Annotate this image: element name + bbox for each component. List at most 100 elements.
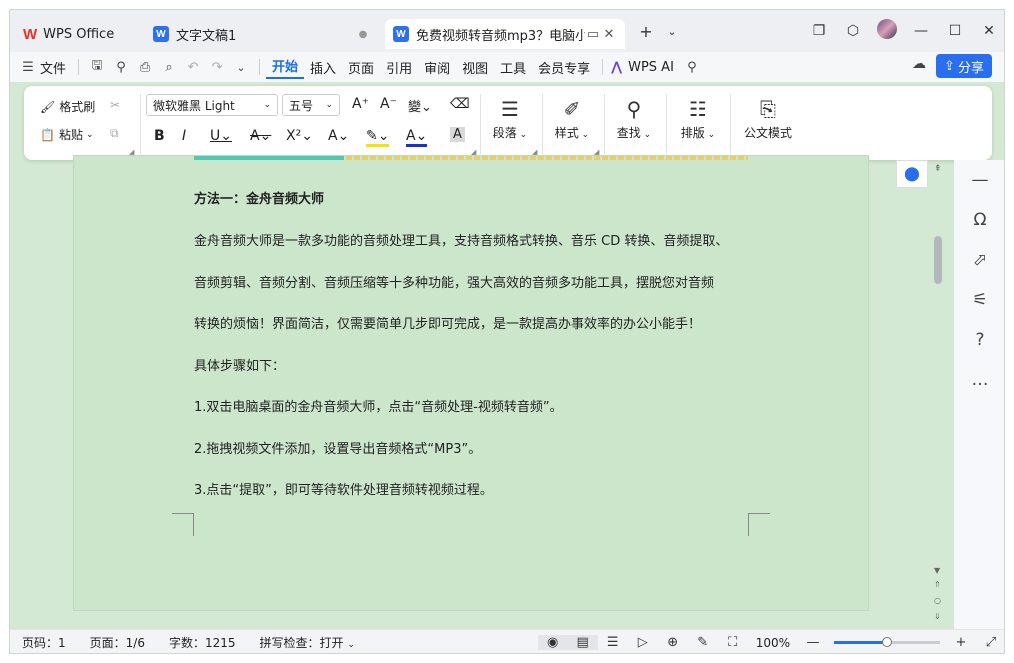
multi-window-icon[interactable]: ❐: [802, 23, 836, 39]
menu-references[interactable]: 引用: [380, 58, 418, 77]
close-window-icon[interactable]: ✕: [972, 23, 1004, 39]
fullscreen-icon[interactable]: ⤢: [976, 635, 1004, 650]
official-mode-button[interactable]: ⎘ 公文模式: [736, 94, 800, 154]
eye-protect-icon[interactable]: ◉: [537, 635, 568, 650]
paragraph-button[interactable]: ☰ 段落 ⌄: [484, 94, 536, 154]
menu-review[interactable]: 审阅: [418, 58, 456, 77]
prev-page-icon[interactable]: ⇑: [934, 580, 941, 589]
bold-icon[interactable]: B: [154, 128, 165, 144]
chevron-down-icon: ⌄: [263, 100, 271, 110]
menu-wps-ai[interactable]: WPS AI: [622, 60, 680, 75]
page-view-icon[interactable]: ▤: [567, 635, 598, 650]
clear-format-icon[interactable]: ⌫: [450, 96, 470, 112]
minimize-icon[interactable]: —: [904, 23, 938, 39]
font-size-select[interactable]: 五号 ⌄: [282, 94, 340, 116]
paste-button[interactable]: 📋 粘贴 ⌄: [40, 126, 94, 143]
link-icon[interactable]: ⚲: [109, 60, 133, 75]
play-icon[interactable]: ▷: [628, 635, 658, 650]
strikethrough-icon[interactable]: A⌄: [250, 128, 271, 144]
step-item: 2.拖拽视频文件添加，设置导出音频格式“MP3”。: [194, 442, 482, 457]
text-effect-icon[interactable]: A⌄: [328, 128, 349, 144]
browse-object-icon[interactable]: ○: [934, 596, 941, 605]
menu-member[interactable]: 会员专享: [532, 58, 596, 77]
redo-icon[interactable]: ↷: [205, 60, 229, 75]
menu-page[interactable]: 页面: [342, 58, 380, 77]
new-tab-icon[interactable]: +: [633, 22, 659, 41]
search-icon[interactable]: ⚲: [680, 60, 704, 75]
increase-font-icon[interactable]: A⁺: [352, 96, 369, 112]
superscript-icon[interactable]: X²⌄: [286, 128, 313, 144]
underline-icon[interactable]: U⌄: [210, 128, 232, 144]
char-shading-icon[interactable]: A: [450, 127, 465, 142]
share-label: 分享: [957, 60, 984, 76]
word-count[interactable]: 字数：1215: [157, 634, 248, 651]
collapse-icon[interactable]: —: [954, 160, 1004, 200]
phonetic-guide-icon[interactable]: 變⌄: [408, 96, 432, 115]
tab-label: 文字文稿1: [176, 28, 237, 44]
page-code[interactable]: 页码：1: [10, 634, 78, 651]
cube-icon[interactable]: ⬡: [836, 23, 870, 39]
writer-doc-icon: W: [393, 26, 409, 42]
next-page-icon[interactable]: ⇓: [934, 612, 941, 621]
zoom-level[interactable]: 100%: [748, 636, 798, 650]
highlight-icon[interactable]: ✎⌄: [366, 128, 390, 147]
wps-ai-icon: ⋀: [611, 59, 623, 75]
chevron-down-icon[interactable]: ⌄: [659, 25, 685, 38]
share-button[interactable]: ⇪ 分享: [936, 54, 992, 78]
web-view-icon[interactable]: ⊕: [658, 635, 688, 650]
save-icon[interactable]: 🖫: [85, 56, 109, 78]
layout-button[interactable]: ☷ 排版 ⌄: [672, 94, 724, 154]
zoom-slider-knob[interactable]: [882, 637, 892, 647]
print-preview-icon[interactable]: ⌕: [157, 60, 181, 75]
zoom-in-icon[interactable]: +: [946, 635, 976, 650]
scroll-thumb[interactable]: [934, 236, 942, 284]
tab-label: WPS Office: [43, 26, 115, 42]
adjust-sliders-icon[interactable]: ⚟: [954, 280, 1004, 320]
scroll-top-icon[interactable]: ⇞: [934, 164, 942, 174]
format-painter-button[interactable]: 🖌 格式刷: [40, 98, 95, 115]
more-dropdown-icon[interactable]: ⌄: [229, 61, 253, 74]
maximize-icon[interactable]: ☐: [938, 23, 972, 39]
cut-icon[interactable]: ✂: [110, 98, 120, 112]
tab-wps-office[interactable]: W WPS Office: [15, 19, 141, 49]
menu-tools[interactable]: 工具: [494, 58, 532, 77]
italic-icon[interactable]: I: [182, 128, 186, 144]
tab-active-document[interactable]: W 免费视频转音频mp3？电脑小 ▭ ✕: [385, 19, 625, 49]
font-name-select[interactable]: 微软雅黑 Light ⌄: [146, 94, 278, 116]
font-color-icon[interactable]: A⌄: [406, 128, 428, 147]
omega-symbol-icon[interactable]: Ω: [954, 200, 1004, 240]
pen-icon[interactable]: ✎: [688, 635, 718, 650]
find-icon: ⚲: [626, 97, 642, 121]
monitor-icon[interactable]: ▭: [585, 27, 601, 42]
location-pin-button[interactable]: ⬤: [896, 160, 928, 188]
cloud-upload-icon[interactable]: ☁: [912, 56, 926, 72]
vertical-scrollbar[interactable]: ⇞ ▼ ⇑ ○ ⇓: [930, 160, 948, 630]
help-icon[interactable]: ?: [954, 320, 1004, 360]
font-size-value: 五号: [289, 98, 314, 113]
menu-insert[interactable]: 插入: [304, 58, 342, 77]
menu-view[interactable]: 视图: [456, 58, 494, 77]
undo-icon[interactable]: ↶: [181, 60, 205, 75]
scroll-down-icon[interactable]: ▼: [934, 566, 940, 575]
styles-button[interactable]: ✐ 样式 ⌄: [546, 94, 598, 154]
menu-file[interactable]: 文件: [40, 58, 72, 77]
fit-page-icon[interactable]: ⛶: [718, 635, 748, 650]
spell-check[interactable]: 拼写检查：打开 ⌄: [248, 634, 367, 651]
zoom-out-icon[interactable]: —: [798, 635, 828, 650]
find-button[interactable]: ⚲ 查找 ⌄: [608, 94, 660, 154]
avatar[interactable]: [870, 19, 904, 43]
more-icon[interactable]: …: [954, 360, 1004, 400]
outline-view-icon[interactable]: ☰: [598, 635, 628, 650]
menu-bar: ☰ 文件 🖫 ⚲ ⎙ ⌕ ↶ ↷ ⌄ 开始 插入 页面 引用 审阅 视图 工具 …: [10, 52, 1004, 82]
page-count[interactable]: 页面：1/6: [78, 634, 157, 651]
print-icon[interactable]: ⎙: [133, 60, 157, 75]
zoom-slider[interactable]: [834, 637, 940, 647]
menu-home[interactable]: 开始: [266, 56, 305, 79]
copy-icon[interactable]: ⧉: [110, 126, 119, 141]
select-pointer-icon[interactable]: ⬀: [954, 240, 1004, 280]
close-tab-icon[interactable]: ✕: [601, 27, 617, 42]
menu-icon[interactable]: ☰: [16, 60, 40, 75]
tab-document-1[interactable]: W 文字文稿1 ●: [145, 19, 379, 49]
document-page[interactable]: 方法一：金舟音频大师 金舟音频大师是一款多功能的音频处理工具，支持音频格式转换、…: [74, 156, 868, 610]
decrease-font-icon[interactable]: A⁻: [380, 96, 397, 112]
